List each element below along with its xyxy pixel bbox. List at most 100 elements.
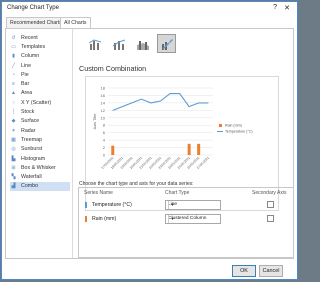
sidebar-item-label: Waterfall [21,174,42,181]
ok-button[interactable]: OK [232,265,256,277]
help-icon[interactable]: ? [273,4,277,11]
y-tick-label: 14 [101,100,106,105]
sidebar-divider [72,29,73,258]
sidebar-item-area[interactable]: ▲ Area [10,89,70,98]
y-tick-label: 16 [101,93,106,98]
series-grid: Series Name Chart Type Secondary Axis Te… [78,187,294,258]
legend-swatch [219,124,222,127]
sidebar-item-radar[interactable]: ✶ Radar [10,126,70,135]
clustered-column-line-secondary-axis-icon[interactable] [109,34,128,53]
sidebar-item-label: Area [21,90,33,97]
sidebar-item-line[interactable]: ╱ Line [10,61,70,70]
line-point [169,93,171,94]
line-point [207,102,209,104]
legend-label: Rain (mm) [225,124,242,128]
sidebar-item-box-whisker[interactable]: ⊞ Box & Whisker [10,163,70,172]
bar [111,145,115,155]
series-row-rain: Rain (mm) Clustered Column ▼ [79,214,293,225]
series-color-swatch [85,202,87,208]
sidebar-item-bar[interactable]: ≡ Bar [10,79,70,88]
bar [187,143,191,155]
recent-icon: ↺ [11,34,16,41]
sidebar-item-surface[interactable]: ◆ Surface [10,117,70,126]
series-row-temperature: Temperature (°C) Line ▼ [79,200,293,211]
y-tick-label: 6 [103,130,106,135]
chevron-down-icon[interactable]: ▼ [168,215,176,223]
stock-chart-icon: ┆ [11,109,15,116]
cancel-button[interactable]: Cancel [259,265,283,277]
sidebar-item-stock[interactable]: ┆ Stock [10,107,70,116]
area-chart-icon: ▲ [11,90,16,97]
y-tick-label: 12 [101,108,106,113]
surface-chart-icon: ◆ [11,118,16,125]
bar-chart-icon: ≡ [12,81,15,88]
templates-icon: ▭ [11,43,16,50]
stacked-area-clustered-column-icon[interactable] [133,34,152,53]
y-tick-label: 2 [103,145,106,150]
custom-combination-icon[interactable] [157,34,176,53]
change-chart-type-dialog: Change Chart Type ? ✕ Recommended Charts… [1,1,298,280]
series-line [112,93,209,111]
sidebar-item-combo[interactable]: ▟ Combo [10,181,70,192]
series-name-header: Series Name [84,190,113,196]
line-point [160,100,161,102]
line-point [179,93,180,94]
series-color-swatch [85,216,87,222]
chart-type-dropdown[interactable]: Clustered Column ▼ [165,214,221,224]
sidebar-item-pie[interactable]: ◔ Pie [10,70,70,79]
y-tick-label: 10 [101,115,106,120]
treemap-chart-icon: ▦ [11,136,16,143]
chart-type-dropdown[interactable]: Line ▼ [165,200,221,210]
line-point [141,98,142,100]
clustered-column-line-icon[interactable] [85,34,104,53]
scatter-chart-icon: ⁘ [11,99,16,106]
pie-chart-icon: ◔ [11,71,16,78]
y-tick-label: 8 [103,123,106,128]
close-icon[interactable]: ✕ [284,4,290,12]
box-whisker-chart-icon: ⊞ [11,164,16,171]
y-tick-label: 18 [101,86,106,91]
secondary-axis-checkbox[interactable] [267,215,274,222]
legend-label: Temperature (°C) [225,130,253,134]
waterfall-chart-icon: ▚ [11,174,16,181]
sidebar-item-histogram[interactable]: ▙ Histogram [10,154,70,163]
combo-chart-icon: ▟ [11,183,16,190]
chevron-down-icon[interactable]: ▼ [168,201,176,209]
sidebar-item-label: Sunburst [21,146,43,153]
sidebar-item-label: Histogram [21,155,46,162]
line-point [131,102,133,104]
tab-recommended-charts[interactable]: Recommended Charts [6,17,66,28]
sidebar-item-label: Radar [21,127,36,134]
sidebar-item-recent[interactable]: ↺ Recent [10,33,70,42]
sidebar-item-label: Templates [21,43,46,50]
custom-combination-heading: Custom Combination [79,64,147,73]
series-name: Temperature (°C) [92,202,132,208]
column-chart-icon: ▮ [12,53,15,60]
line-point [122,106,123,107]
sidebar-item-sunburst[interactable]: ◎ Sunburst [10,145,70,154]
histogram-chart-icon: ▙ [11,155,16,162]
sidebar-item-label: Pie [21,71,29,78]
dialog-title: Change Chart Type [7,5,59,11]
series-name: Rain (mm) [92,216,117,222]
sidebar-item-treemap[interactable]: ▦ Treemap [10,135,70,144]
sidebar-item-label: Combo [21,183,39,190]
y-tick-label: 4 [103,138,106,143]
sidebar-item-label: Surface [21,118,40,125]
secondary-axis-header: Secondary Axis [252,190,287,196]
line-point [112,110,114,111]
bar [197,143,201,155]
sidebar-item-templates[interactable]: ▭ Templates [10,42,70,51]
y-axis-title: Axis Title [92,113,97,130]
line-point [150,102,152,104]
sunburst-chart-icon: ◎ [11,146,16,153]
chart-category-list: ↺ Recent ▭ Templates ▮ Column ╱ Line ◔ Pie ≡ B… [10,33,70,192]
title-bar: Change Chart Type ? ✕ [2,2,297,16]
secondary-axis-checkbox[interactable] [267,201,274,208]
sidebar-item-xy-scatter[interactable]: ⁘ X Y (Scatter) [10,98,70,107]
radar-chart-icon: ✶ [11,127,16,134]
sidebar-item-waterfall[interactable]: ▚ Waterfall [10,172,70,181]
y-tick-label: 0 [103,153,106,158]
sidebar-item-label: Line [21,62,32,69]
sidebar-item-column[interactable]: ▮ Column [10,52,70,61]
